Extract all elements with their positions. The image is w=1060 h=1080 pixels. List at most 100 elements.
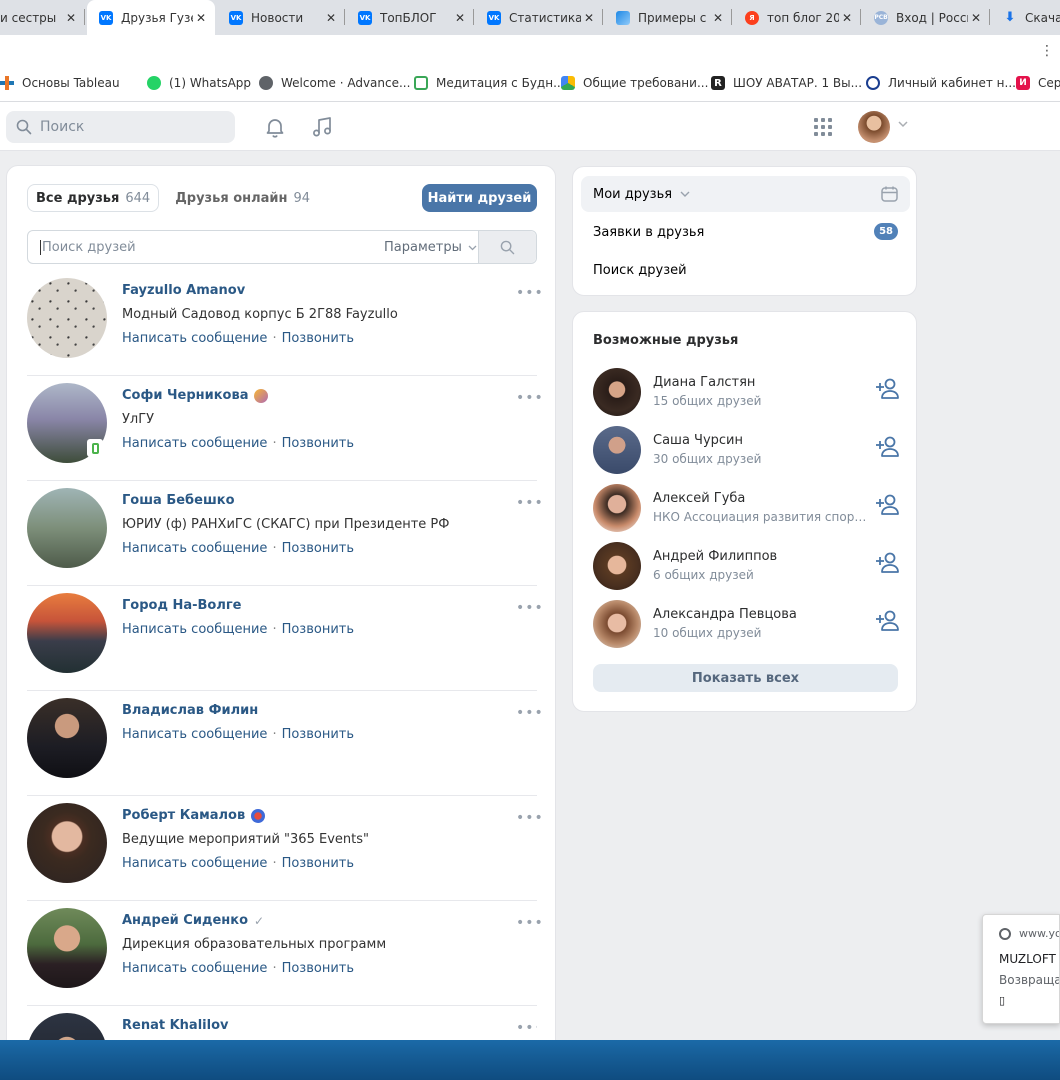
friend-name[interactable]: Роберт Камалов — [122, 808, 266, 823]
close-icon[interactable]: ✕ — [968, 11, 984, 25]
avatar[interactable] — [593, 484, 641, 532]
show-all-button[interactable]: Показать всех — [593, 664, 898, 692]
friend-name-text[interactable]: Renat Khalilov — [122, 1018, 228, 1033]
sidebar-item-my-friends[interactable]: Мои друзья — [581, 176, 910, 212]
possible-friend-name[interactable]: Диана Галстян — [653, 375, 755, 390]
friend-name-text[interactable]: Гоша Бебешко — [122, 493, 235, 508]
friend-name-text[interactable]: Андрей Сиденко — [122, 913, 248, 928]
message-link[interactable]: Написать сообщение — [122, 436, 267, 451]
more-icon[interactable]: ••• — [516, 810, 544, 826]
calendar-icon[interactable] — [881, 186, 898, 202]
message-link[interactable]: Написать сообщение — [122, 961, 267, 976]
friends-search-input[interactable]: Поиск друзей — [40, 240, 136, 255]
friend-name[interactable]: Город На-Волге — [122, 598, 242, 613]
call-link[interactable]: Позвонить — [282, 961, 354, 976]
find-friends-button[interactable]: Найти друзей — [422, 184, 537, 212]
message-link[interactable]: Написать сообщение — [122, 856, 267, 871]
notification-popup[interactable]: www.yo MUZLOFT Возвраща ▯ — [982, 914, 1060, 1024]
sidebar-item-requests[interactable]: Заявки в друзья 58 — [581, 214, 910, 250]
friends-search[interactable]: Поиск друзей Параметры — [27, 230, 537, 264]
bookmark-item[interactable]: R ШОУ АВАТАР. 1 Вы... — [711, 76, 862, 90]
avatar[interactable] — [27, 278, 107, 358]
more-icon[interactable]: ••• — [516, 600, 544, 616]
bookmark-item[interactable]: Основы Tableau — [0, 76, 120, 90]
browser-tab[interactable]: РСВ Вход | Росси ✕ — [862, 0, 990, 35]
bookmark-item[interactable]: И Сер — [1016, 76, 1060, 90]
avatar[interactable] — [27, 908, 107, 988]
add-friend-icon[interactable] — [875, 610, 901, 632]
message-link[interactable]: Написать сообщение — [122, 331, 267, 346]
avatar[interactable] — [593, 600, 641, 648]
close-icon[interactable]: ✕ — [839, 11, 855, 25]
bell-icon[interactable] — [263, 115, 287, 139]
possible-friend-name[interactable]: Алексей Губа — [653, 491, 745, 506]
avatar[interactable] — [27, 488, 107, 568]
call-link[interactable]: Позвонить — [282, 436, 354, 451]
friend-name[interactable]: Гоша Бебешко — [122, 493, 235, 508]
browser-tab[interactable]: ⬇ Скачать — [991, 0, 1060, 35]
close-icon[interactable]: ✕ — [323, 11, 339, 25]
more-icon[interactable]: ••• — [516, 915, 544, 931]
friend-name[interactable]: Софи Черникова — [122, 388, 269, 403]
apps-grid-icon[interactable] — [813, 117, 833, 137]
search-input[interactable]: Поиск — [6, 111, 235, 143]
friend-name-text[interactable]: Софи Черникова — [122, 388, 248, 403]
avatar[interactable] — [593, 426, 641, 474]
browser-tab[interactable]: Я топ блог 20 ✕ — [733, 0, 861, 35]
tab-online-friends[interactable]: Друзья онлайн 94 — [167, 184, 318, 212]
possible-friend-name[interactable]: Андрей Филиппов — [653, 549, 777, 564]
call-link[interactable]: Позвонить — [282, 727, 354, 742]
bookmark-item[interactable]: Welcome · Advance... — [259, 76, 410, 90]
message-link[interactable]: Написать сообщение — [122, 727, 267, 742]
close-icon[interactable]: ✕ — [710, 11, 726, 25]
message-link[interactable]: Написать сообщение — [122, 622, 267, 637]
message-link[interactable]: Написать сообщение — [122, 541, 267, 556]
avatar[interactable] — [27, 803, 107, 883]
possible-friend-name[interactable]: Александра Певцова — [653, 607, 797, 622]
search-button[interactable] — [478, 231, 536, 263]
browser-menu-icon[interactable]: ⋮ — [1040, 43, 1054, 59]
tab-all-friends[interactable]: Все друзья 644 — [27, 184, 160, 212]
call-link[interactable]: Позвонить — [282, 856, 354, 871]
more-icon[interactable]: ••• — [516, 705, 544, 721]
friend-name[interactable]: Владислав Филин — [122, 703, 258, 718]
add-friend-icon[interactable] — [875, 436, 901, 458]
browser-tab[interactable]: Примеры с ✕ — [604, 0, 732, 35]
close-icon[interactable]: ✕ — [63, 11, 79, 25]
more-icon[interactable]: ••• — [516, 285, 544, 301]
avatar[interactable] — [593, 542, 641, 590]
possible-friend-name[interactable]: Саша Чурсин — [653, 433, 743, 448]
browser-tab[interactable]: VK Новости ✕ — [217, 0, 345, 35]
avatar[interactable] — [593, 368, 641, 416]
add-friend-icon[interactable] — [875, 552, 901, 574]
friend-name-text[interactable]: Роберт Камалов — [122, 808, 245, 823]
friend-name-text[interactable]: Владислав Филин — [122, 703, 258, 718]
bookmark-item[interactable]: (1) WhatsApp — [147, 76, 251, 90]
close-icon[interactable]: ✕ — [581, 11, 597, 25]
browser-tab[interactable]: и сестры ✕ — [0, 0, 85, 35]
music-icon[interactable] — [310, 115, 334, 139]
avatar[interactable] — [27, 593, 107, 673]
params-dropdown[interactable]: Параметры — [384, 240, 477, 255]
close-icon[interactable]: ✕ — [193, 11, 209, 25]
add-friend-icon[interactable] — [875, 378, 901, 400]
close-icon[interactable]: ✕ — [452, 11, 468, 25]
more-icon[interactable]: ••• — [516, 495, 544, 511]
more-icon[interactable]: ••• — [516, 390, 544, 406]
friend-name-text[interactable]: Fayzullo Amanov — [122, 283, 245, 298]
call-link[interactable]: Позвонить — [282, 331, 354, 346]
friend-name[interactable]: Renat Khalilov — [122, 1018, 228, 1033]
add-friend-icon[interactable] — [875, 494, 901, 516]
call-link[interactable]: Позвонить — [282, 541, 354, 556]
sidebar-item-search-friends[interactable]: Поиск друзей — [581, 252, 910, 288]
friend-name[interactable]: Fayzullo Amanov — [122, 283, 245, 298]
bookmark-item[interactable]: Общие требовани... — [561, 76, 708, 90]
browser-tab[interactable]: VK Статистика ✕ — [475, 0, 603, 35]
avatar[interactable] — [858, 111, 890, 143]
avatar[interactable] — [27, 698, 107, 778]
browser-tab-active[interactable]: VK Друзья Гузе ✕ — [87, 0, 215, 35]
call-link[interactable]: Позвонить — [282, 622, 354, 637]
bookmark-item[interactable]: Медитация с Будн... — [414, 76, 565, 90]
bookmark-item[interactable]: Личный кабинет н... — [866, 76, 1016, 90]
friend-name-text[interactable]: Город На-Волге — [122, 598, 242, 613]
